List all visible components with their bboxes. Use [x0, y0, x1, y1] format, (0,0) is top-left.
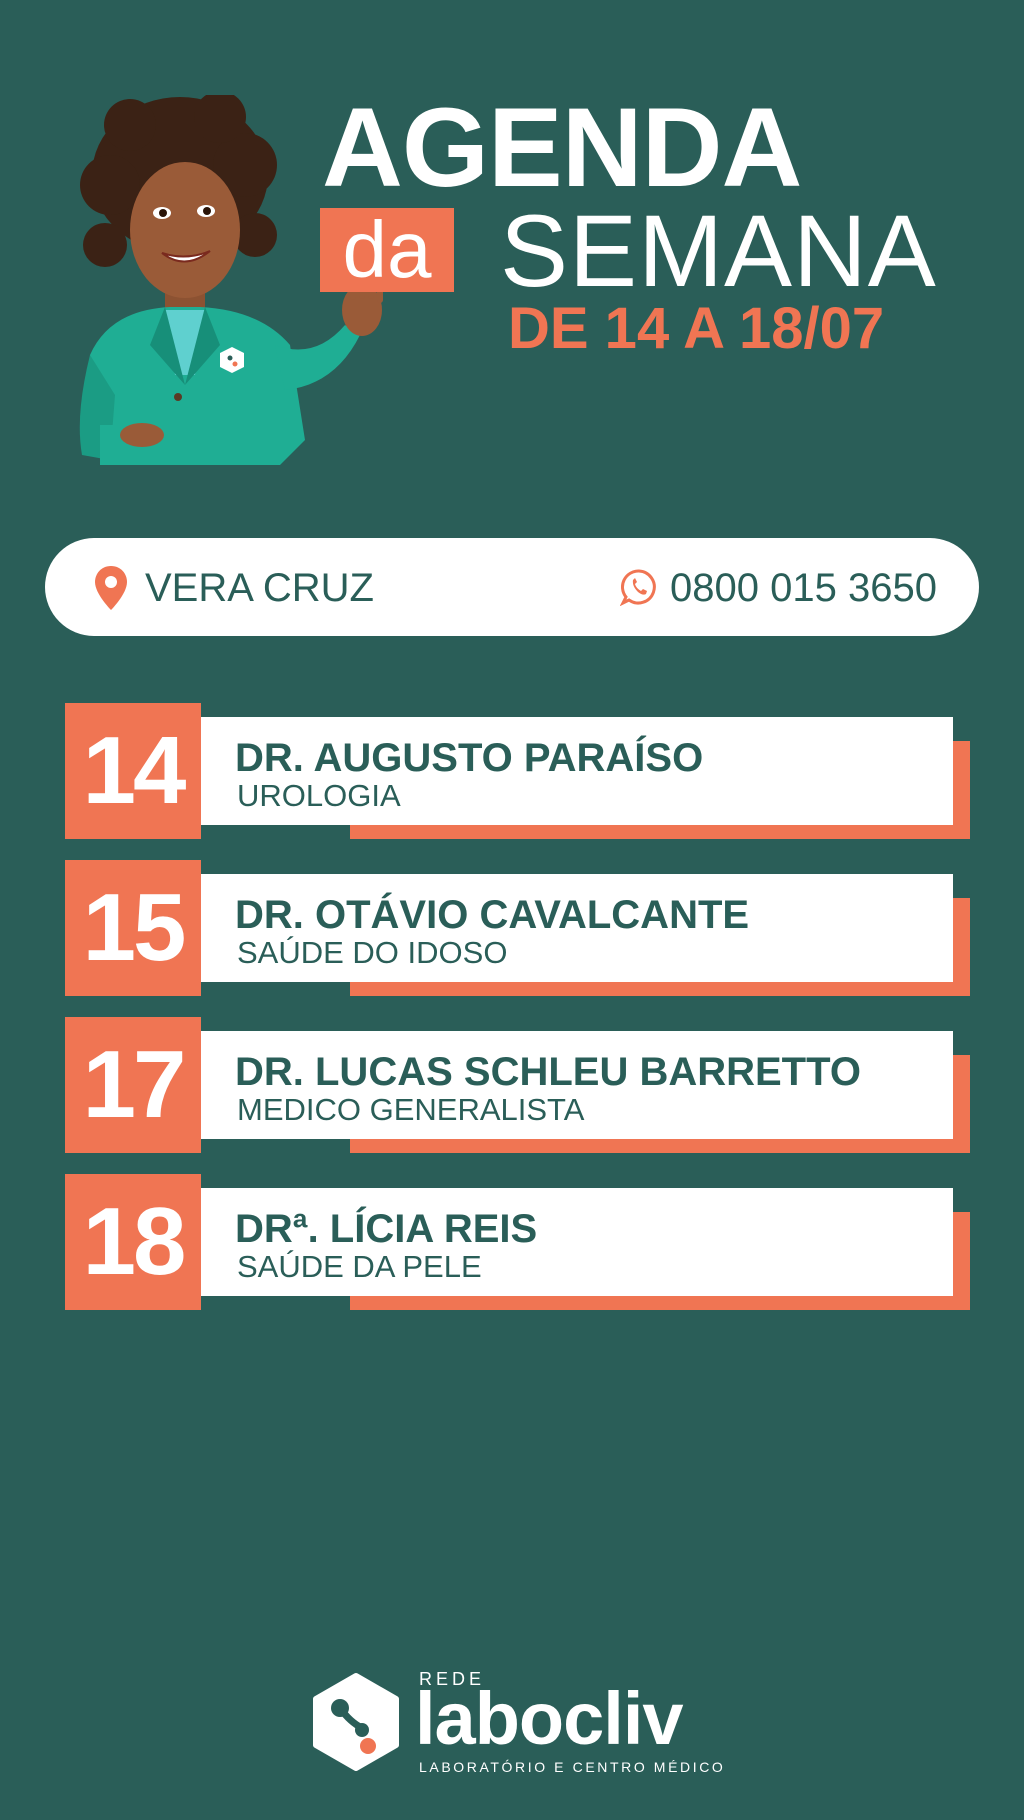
doctor-name: DR. AUGUSTO PARAÍSO — [235, 736, 704, 780]
labocliv-logo-icon — [313, 1673, 399, 1771]
title-semana: SEMANA — [500, 194, 937, 308]
logo-tagline: LABORATÓRIO E CENTRO MÉDICO — [419, 1759, 726, 1775]
schedule-day: 14 — [65, 703, 201, 839]
poster: AGENDA da SEMANA DE 14 A 18/07 VERA CRUZ… — [0, 0, 1024, 1820]
doctor-name: DRª. LÍCIA REIS — [235, 1207, 538, 1251]
date-range: DE 14 A 18/07 — [508, 296, 885, 361]
doctor-name: DR. OTÁVIO CAVALCANTE — [235, 893, 750, 937]
schedule-row: 18 DRª. LÍCIA REIS SAÚDE DA PELE — [65, 1174, 970, 1310]
schedule-day: 18 — [65, 1174, 201, 1310]
title-agenda: AGENDA — [322, 85, 802, 210]
doctor-specialty: MEDICO GENERALISTA — [237, 1092, 585, 1127]
doctor-name: DR. LUCAS SCHLEU BARRETTO — [235, 1050, 861, 1094]
map-pin-icon — [95, 566, 127, 610]
title-da-box: da — [320, 208, 454, 292]
doctor-specialty: UROLOGIA — [237, 778, 401, 813]
schedule-row: 14 DR. AUGUSTO PARAÍSO UROLOGIA — [65, 703, 970, 839]
doctor-specialty: SAÚDE DA PELE — [237, 1249, 482, 1284]
whatsapp-icon[interactable] — [620, 568, 658, 606]
logo-wordmark: labocliv — [415, 1677, 684, 1760]
doctor-specialty: SAÚDE DO IDOSO — [237, 935, 508, 970]
location-label: VERA CRUZ — [145, 566, 374, 610]
schedule-row: 15 DR. OTÁVIO CAVALCANTE SAÚDE DO IDOSO — [65, 860, 970, 996]
schedule-day: 15 — [65, 860, 201, 996]
phone-number[interactable]: 0800 015 3650 — [670, 566, 937, 610]
schedule-day: 17 — [65, 1017, 201, 1153]
location-phone-bar: VERA CRUZ 0800 015 3650 — [45, 538, 979, 636]
schedule-row: 17 DR. LUCAS SCHLEU BARRETTO MEDICO GENE… — [65, 1017, 970, 1153]
